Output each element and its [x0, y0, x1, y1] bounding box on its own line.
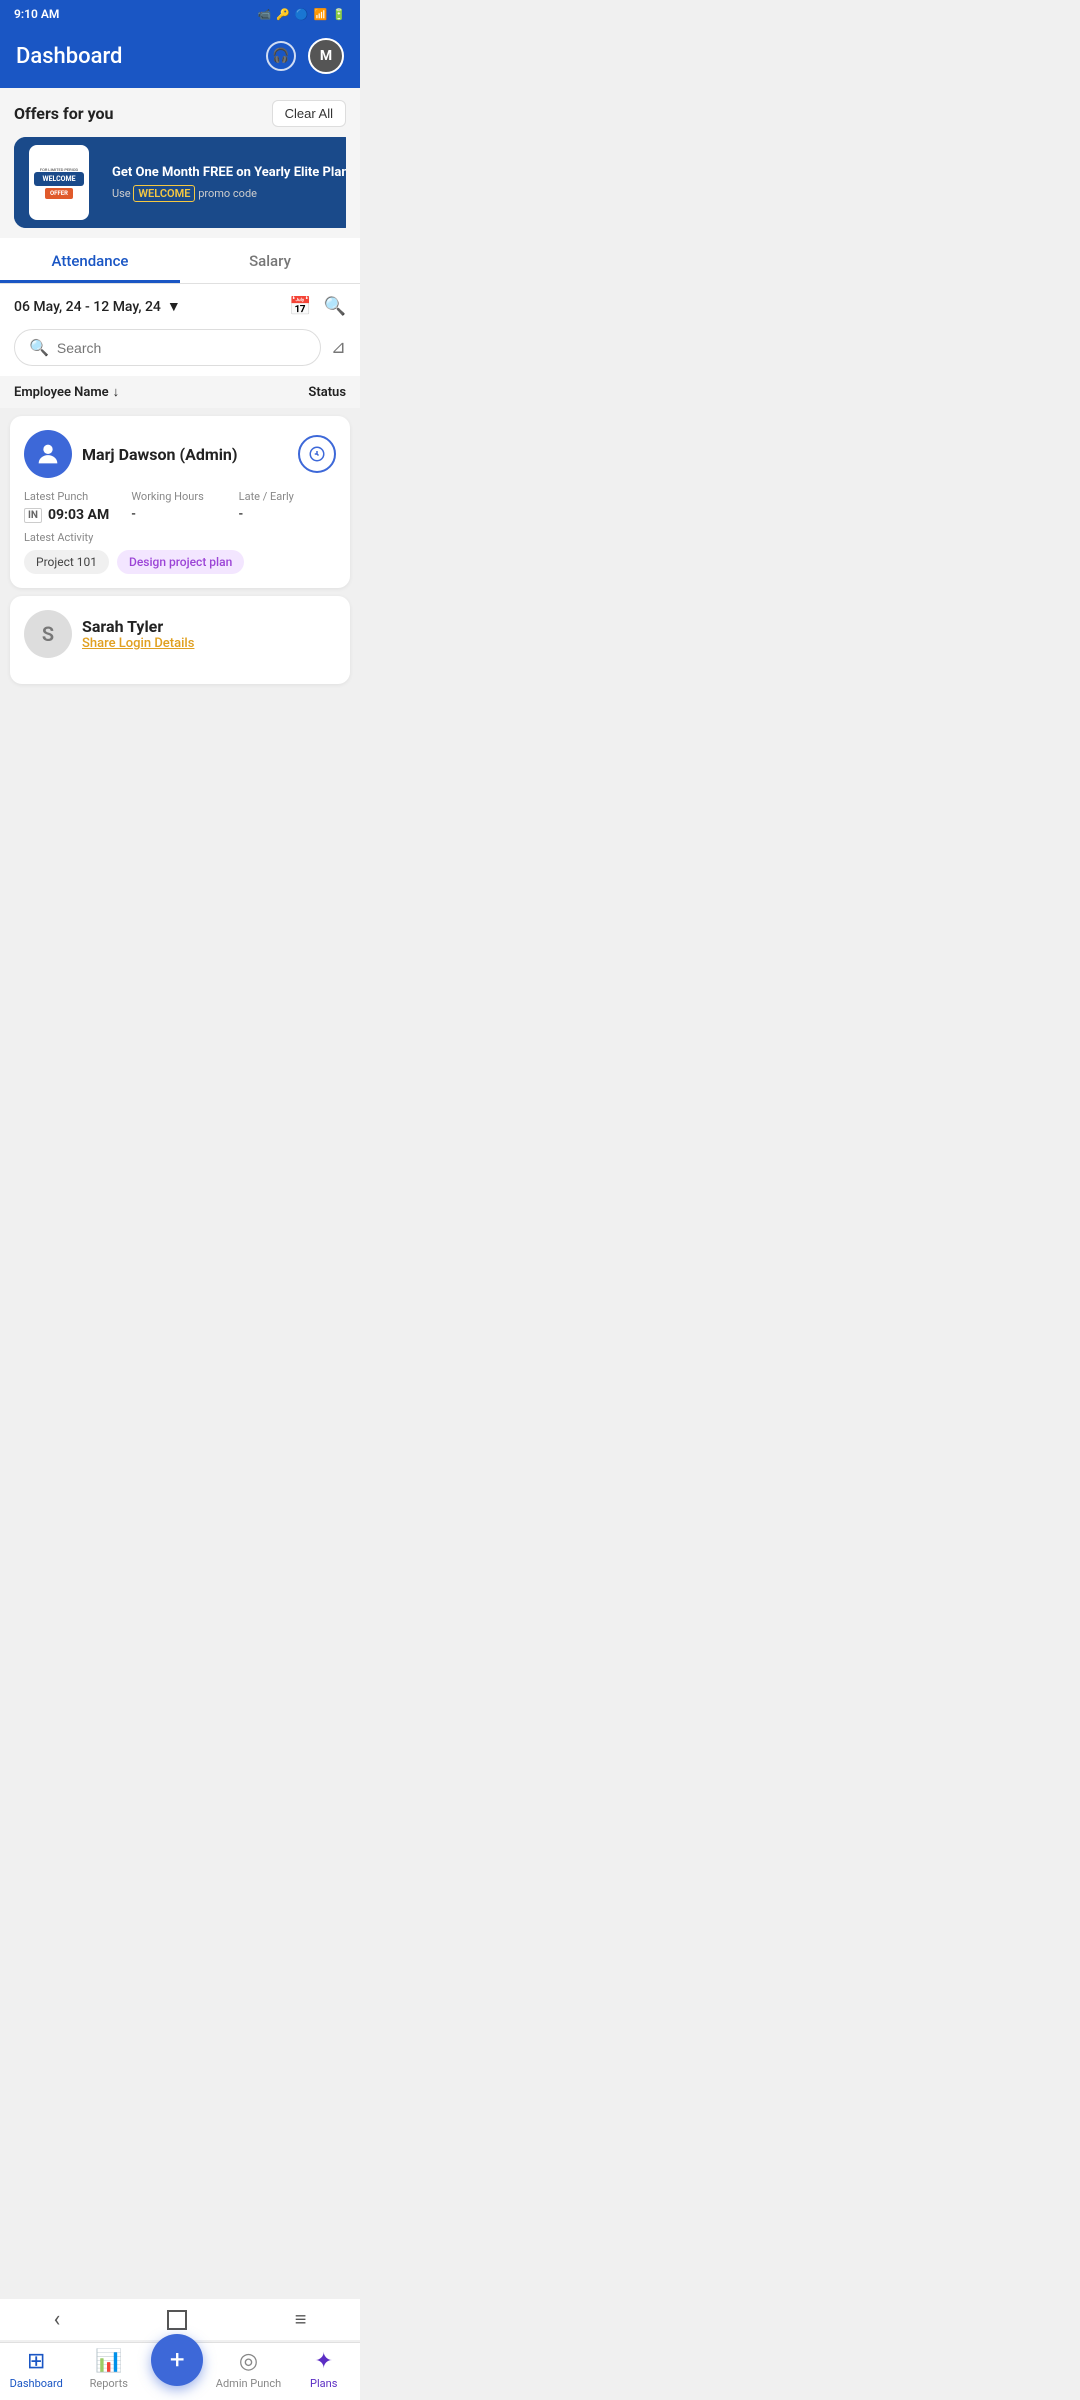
date-action-icons: 📅 🔍	[289, 296, 346, 317]
emp-card-header-sarah: S Sarah Tyler Share Login Details	[24, 610, 336, 658]
tab-salary[interactable]: Salary	[180, 238, 360, 283]
bottom-nav: ⊞ Dashboard 📊 Reports + ◎ Admin Punch ✦ …	[0, 2342, 360, 2400]
emp-info-marj: Latest Punch IN 09:03 AM Working Hours -…	[24, 490, 336, 523]
phone-mockup: FOR LIMITED PERIOD WELCOME OFFER	[29, 145, 89, 220]
tabs-section: Attendance Salary	[0, 238, 360, 284]
search-icon-small: 🔍	[29, 338, 49, 357]
nav-dashboard-label: Dashboard	[10, 2377, 63, 2390]
offer-card-1[interactable]: FOR LIMITED PERIOD WELCOME OFFER Get One…	[14, 137, 346, 228]
tab-attendance[interactable]: Attendance	[0, 238, 180, 283]
emp-avatar-marj	[24, 430, 72, 478]
punch-button-marj[interactable]	[298, 435, 336, 473]
nav-reports-label: Reports	[90, 2377, 128, 2390]
status-header: Status	[308, 385, 346, 400]
offers-title: Offers for you	[14, 104, 114, 123]
activity-tags: Project 101 Design project plan	[24, 550, 336, 574]
calendar-icon[interactable]: 📅	[289, 296, 311, 317]
date-range-text: 06 May, 24 - 12 May, 24	[14, 299, 161, 315]
menu-button[interactable]: ≡	[295, 2307, 307, 2332]
employee-card-marj: Marj Dawson (Admin) Latest Punch IN 09:0…	[10, 416, 350, 588]
avatar[interactable]: M	[308, 38, 344, 74]
nav-plans[interactable]: ✦ Plans	[294, 2349, 354, 2390]
filter-icon[interactable]: ⊿	[331, 337, 346, 358]
offer-image: FOR LIMITED PERIOD WELCOME OFFER	[14, 137, 104, 228]
limited-text: FOR LIMITED PERIOD	[40, 167, 78, 172]
late-early-value: -	[239, 507, 336, 522]
support-icon[interactable]: 🎧	[266, 41, 296, 71]
date-row: 06 May, 24 - 12 May, 24 ▼ 📅 🔍	[0, 284, 360, 329]
offer-main-text: Get One Month FREE on Yearly Elite Plan	[112, 165, 346, 182]
punch-in-badge: IN	[24, 508, 42, 523]
latest-punch-label: Latest Punch	[24, 490, 121, 503]
working-hours-col: Working Hours -	[131, 490, 228, 523]
sarah-info: Sarah Tyler Share Login Details	[82, 617, 336, 651]
clear-all-button[interactable]: Clear All	[272, 100, 346, 127]
promo-code: WELCOME	[133, 185, 195, 202]
table-header: Employee Name ↓ Status	[0, 376, 360, 408]
promo-suffix: promo code	[198, 187, 257, 200]
status-icons: 📹 🔑 🔵 📶 🔋	[257, 8, 346, 21]
offers-scroll: FOR LIMITED PERIOD WELCOME OFFER Get One…	[14, 137, 346, 228]
sort-icon: ↓	[113, 384, 120, 400]
nav-admin-punch[interactable]: ◎ Admin Punch	[216, 2349, 281, 2390]
offers-header: Offers for you Clear All	[14, 100, 346, 127]
promo-use-text: Use	[112, 187, 131, 200]
emp-card-header-marj: Marj Dawson (Admin)	[24, 430, 336, 478]
employee-name-header: Employee Name ↓	[14, 384, 119, 400]
punch-time-value: IN 09:03 AM	[24, 507, 121, 523]
back-button[interactable]: ‹	[54, 2307, 61, 2332]
reports-icon: 📊	[95, 2349, 122, 2374]
key-icon: 🔑	[276, 8, 290, 21]
fab-add-button[interactable]: +	[151, 2334, 203, 2386]
offers-section: Offers for you Clear All FOR LIMITED PER…	[0, 88, 360, 238]
working-hours-value: -	[131, 507, 228, 522]
employee-card-sarah: S Sarah Tyler Share Login Details	[10, 596, 350, 684]
nav-reports[interactable]: 📊 Reports	[79, 2349, 139, 2390]
nav-plans-label: Plans	[310, 2377, 337, 2390]
emp-name-sarah: Sarah Tyler	[82, 617, 336, 636]
plans-icon: ✦	[315, 2349, 333, 2374]
search-row: 🔍 ⊿	[0, 329, 360, 376]
date-selector[interactable]: 06 May, 24 - 12 May, 24 ▼	[14, 298, 181, 315]
nav-dashboard[interactable]: ⊞ Dashboard	[6, 2349, 66, 2390]
employees-list: Marj Dawson (Admin) Latest Punch IN 09:0…	[0, 408, 360, 692]
search-icon[interactable]: 🔍	[324, 296, 346, 317]
late-early-col: Late / Early -	[239, 490, 336, 523]
working-hours-label: Working Hours	[131, 490, 228, 503]
search-input[interactable]	[57, 340, 306, 356]
emp-name-marj: Marj Dawson (Admin)	[82, 445, 288, 464]
emp-avatar-sarah: S	[24, 610, 72, 658]
tag-task[interactable]: Design project plan	[117, 550, 244, 574]
offer-badge: OFFER	[45, 188, 73, 199]
bluetooth-icon: 🔵	[295, 8, 309, 21]
nav-admin-punch-label: Admin Punch	[216, 2377, 281, 2390]
offer-promo: Use WELCOME promo code	[112, 187, 346, 200]
app-header: Dashboard 🎧 M	[0, 28, 360, 88]
search-input-wrap: 🔍	[14, 329, 321, 366]
share-login-link[interactable]: Share Login Details	[82, 636, 336, 651]
camera-icon: 📹	[257, 8, 271, 21]
chevron-down-icon: ▼	[167, 298, 181, 315]
home-button[interactable]	[167, 2310, 187, 2330]
tag-project[interactable]: Project 101	[24, 550, 109, 574]
dashboard-icon: ⊞	[27, 2349, 45, 2374]
header-actions: 🎧 M	[266, 38, 344, 74]
battery-icon: 🔋	[332, 8, 346, 21]
admin-punch-icon: ◎	[239, 2349, 258, 2374]
status-bar: 9:10 AM 📹 🔑 🔵 📶 🔋	[0, 0, 360, 28]
late-early-label: Late / Early	[239, 490, 336, 503]
offer-text: Get One Month FREE on Yearly Elite Plan …	[104, 155, 346, 210]
wifi-icon: 📶	[314, 8, 328, 21]
latest-punch-col: Latest Punch IN 09:03 AM	[24, 490, 121, 523]
status-time: 9:10 AM	[14, 7, 59, 21]
page-title: Dashboard	[16, 44, 122, 69]
welcome-badge: WELCOME	[34, 172, 84, 186]
latest-activity-label: Latest Activity	[24, 531, 336, 544]
